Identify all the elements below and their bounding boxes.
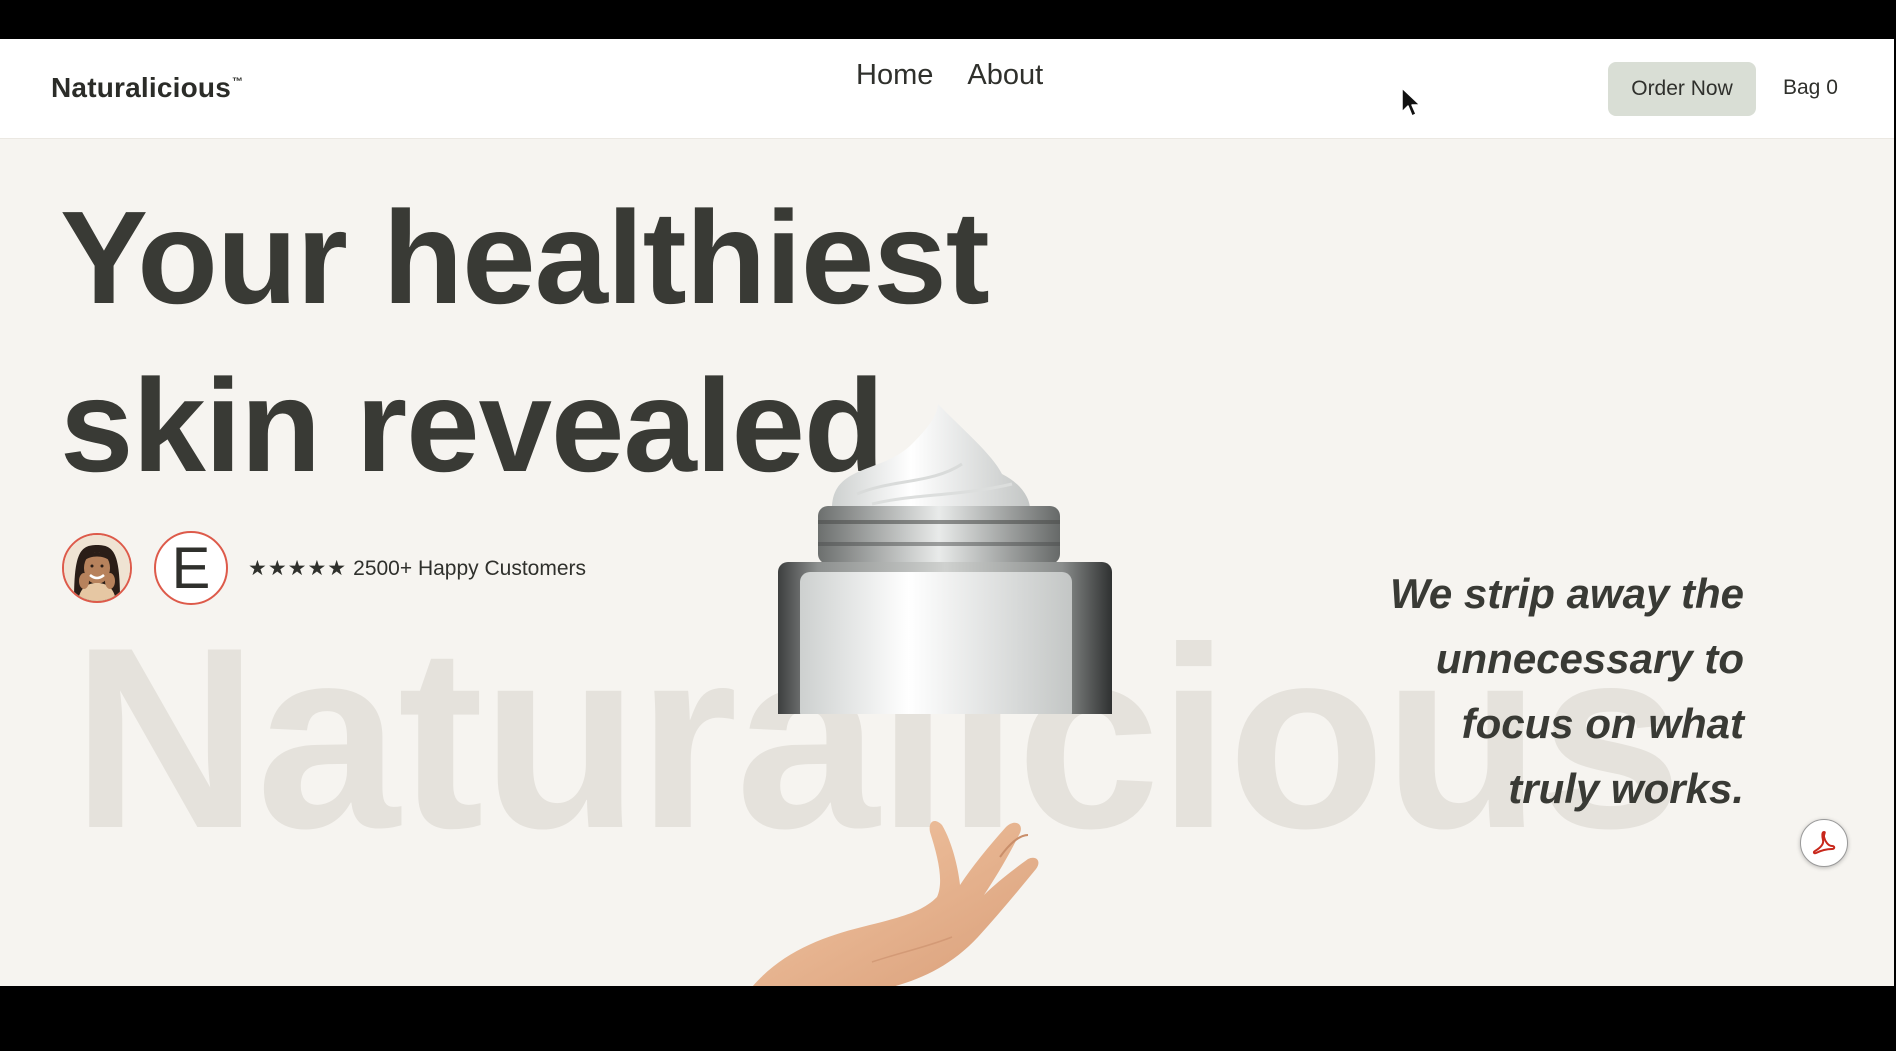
headline-line-1: Your healthiest [60,184,990,331]
bag-link[interactable]: Bag 0 [1783,76,1838,100]
tagline-line-3: focus on what [1461,700,1744,747]
top-nav: Naturalicious™ Home About Order Now Bag … [0,39,1894,139]
pdf-reader-button[interactable] [1800,819,1848,867]
tagline-line-1: We strip away the [1389,570,1744,617]
order-now-button[interactable]: Order Now [1608,62,1756,116]
customer-rating-row: E ★★★★★ 2500+ Happy Customers [62,531,586,605]
tagline-line-2: unnecessary to [1435,635,1744,682]
customer-avatar-photo [62,533,132,603]
app-window: Naturalicious™ Home About Order Now Bag … [0,39,1894,986]
trademark-mark: ™ [231,76,244,88]
tagline-line-4: truly works. [1508,765,1744,812]
cream-jar-product-image [778,404,1112,714]
arrow-cursor-icon [1401,87,1421,117]
happy-customers-text: 2500+ Happy Customers [353,556,587,580]
brand-logo[interactable]: Naturalicious™ [51,72,243,104]
hand-image [752,821,1039,986]
hero-tagline: We strip away the unnecessary to focus o… [1272,561,1744,821]
nav-home-link[interactable]: Home [856,59,933,92]
main-nav: Home About [856,59,1043,92]
pdf-icon [1812,831,1836,855]
customer-avatar-letter: E [154,531,228,605]
brand-name: Naturalicious [51,72,231,103]
rating-summary: ★★★★★ 2500+ Happy Customers [248,556,586,581]
star-rating-icons: ★★★★★ [248,556,348,580]
avatar-portrait-icon [64,535,130,601]
nav-about-link[interactable]: About [967,59,1043,92]
